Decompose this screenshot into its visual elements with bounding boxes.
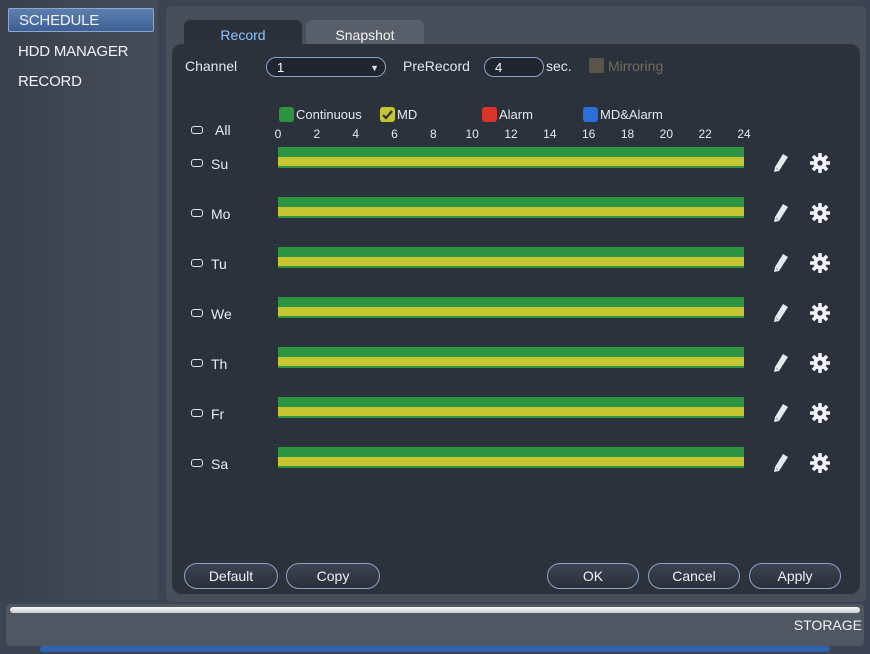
hour-tick: 0 <box>274 127 282 141</box>
legend-alarm-checkbox[interactable] <box>482 107 497 122</box>
day-label: Tu <box>211 256 227 272</box>
all-label: All <box>215 122 231 138</box>
channel-value: 1 <box>277 60 285 75</box>
md-segment <box>278 257 744 266</box>
legend-md-alarm-label: MD&Alarm <box>600 107 663 122</box>
gear-icon[interactable] <box>809 152 831 179</box>
cancel-button[interactable]: Cancel <box>648 563 740 589</box>
legend-continuous-checkbox[interactable] <box>279 107 294 122</box>
legend-continuous-label: Continuous <box>296 107 362 122</box>
chevron-down-icon: ▼ <box>370 63 379 73</box>
hour-tick: 16 <box>581 127 596 141</box>
gear-icon[interactable] <box>809 202 831 229</box>
gear-icon[interactable] <box>809 252 831 279</box>
pencil-icon[interactable] <box>773 303 789 328</box>
bottom-highlight <box>40 646 830 652</box>
checkmark-icon <box>382 110 393 120</box>
hour-tick: 6 <box>391 127 398 141</box>
hour-tick: 12 <box>504 127 518 141</box>
hour-tick: 14 <box>543 127 557 141</box>
legend-alarm-label: Alarm <box>499 107 533 122</box>
copy-button[interactable]: Copy <box>286 563 380 589</box>
day-toggle-we[interactable] <box>191 309 203 317</box>
day-toggle-sa[interactable] <box>191 459 203 467</box>
pencil-icon[interactable] <box>773 253 789 278</box>
all-toggle[interactable] <box>191 126 203 134</box>
schedule-bar-sa[interactable] <box>278 447 744 468</box>
gear-icon[interactable] <box>809 302 831 329</box>
day-label: Sa <box>211 456 229 472</box>
hour-tick: 20 <box>659 127 674 141</box>
apply-button[interactable]: Apply <box>749 563 841 589</box>
day-label: Fr <box>211 406 225 422</box>
hour-tick: 24 <box>737 127 751 141</box>
gear-icon[interactable] <box>809 452 831 479</box>
day-label: We <box>211 306 232 322</box>
storage-label[interactable]: STORAGE <box>794 617 862 633</box>
day-toggle-su[interactable] <box>191 159 203 167</box>
md-segment <box>278 357 744 366</box>
hour-tick: 8 <box>429 127 437 141</box>
prerecord-input[interactable]: 4 <box>484 57 544 77</box>
legend-md-alarm-checkbox[interactable] <box>583 107 598 122</box>
hour-tick: 10 <box>465 127 479 141</box>
pencil-icon[interactable] <box>773 353 789 378</box>
sidebar-item-record[interactable]: RECORD <box>8 70 154 94</box>
md-segment <box>278 407 744 416</box>
schedule-bar-fr[interactable] <box>278 397 744 418</box>
legend-md-label: MD <box>397 107 418 122</box>
ok-button[interactable]: OK <box>547 563 639 589</box>
pencil-icon[interactable] <box>773 153 789 178</box>
pencil-icon[interactable] <box>773 403 789 428</box>
sidebar: SCHEDULE HDD MANAGER RECORD <box>0 0 158 600</box>
md-segment <box>278 307 744 316</box>
day-toggle-fr[interactable] <box>191 409 203 417</box>
prerecord-value: 4 <box>495 60 503 75</box>
day-label: Su <box>211 156 229 172</box>
mirroring-label: Mirroring <box>608 58 664 74</box>
day-toggle-th[interactable] <box>191 359 203 367</box>
gear-icon[interactable] <box>809 402 831 429</box>
prerecord-label: PreRecord <box>403 58 470 74</box>
schedule-bar-we[interactable] <box>278 297 744 318</box>
sidebar-item-hdd-manager[interactable]: HDD MANAGER <box>8 40 154 64</box>
gear-icon[interactable] <box>809 352 831 379</box>
hour-tick: 2 <box>313 127 321 141</box>
legend-md-checkbox[interactable] <box>380 107 395 122</box>
progress-line <box>10 607 860 613</box>
channel-label: Channel <box>185 58 238 74</box>
sidebar-item-schedule[interactable]: SCHEDULE <box>8 8 154 32</box>
channel-select[interactable]: 1 ▼ <box>266 57 386 77</box>
hour-tick: 4 <box>352 127 359 141</box>
md-segment <box>278 157 744 166</box>
md-segment <box>278 457 744 466</box>
schedule-bar-th[interactable] <box>278 347 744 368</box>
pencil-icon[interactable] <box>773 453 789 478</box>
pencil-icon[interactable] <box>773 203 789 228</box>
schedule-bar-su[interactable] <box>278 147 744 168</box>
day-label: Th <box>211 356 228 372</box>
day-toggle-mo[interactable] <box>191 209 203 217</box>
schedule-bar-mo[interactable] <box>278 197 744 218</box>
day-toggle-tu[interactable] <box>191 259 203 267</box>
hour-tick: 18 <box>620 127 635 141</box>
schedule-bar-tu[interactable] <box>278 247 744 268</box>
default-button[interactable]: Default <box>184 563 278 589</box>
prerecord-unit: sec. <box>546 58 572 74</box>
hour-tick: 22 <box>698 127 712 141</box>
mirroring-checkbox[interactable] <box>589 58 604 73</box>
md-segment <box>278 207 744 216</box>
day-label: Mo <box>211 206 231 222</box>
